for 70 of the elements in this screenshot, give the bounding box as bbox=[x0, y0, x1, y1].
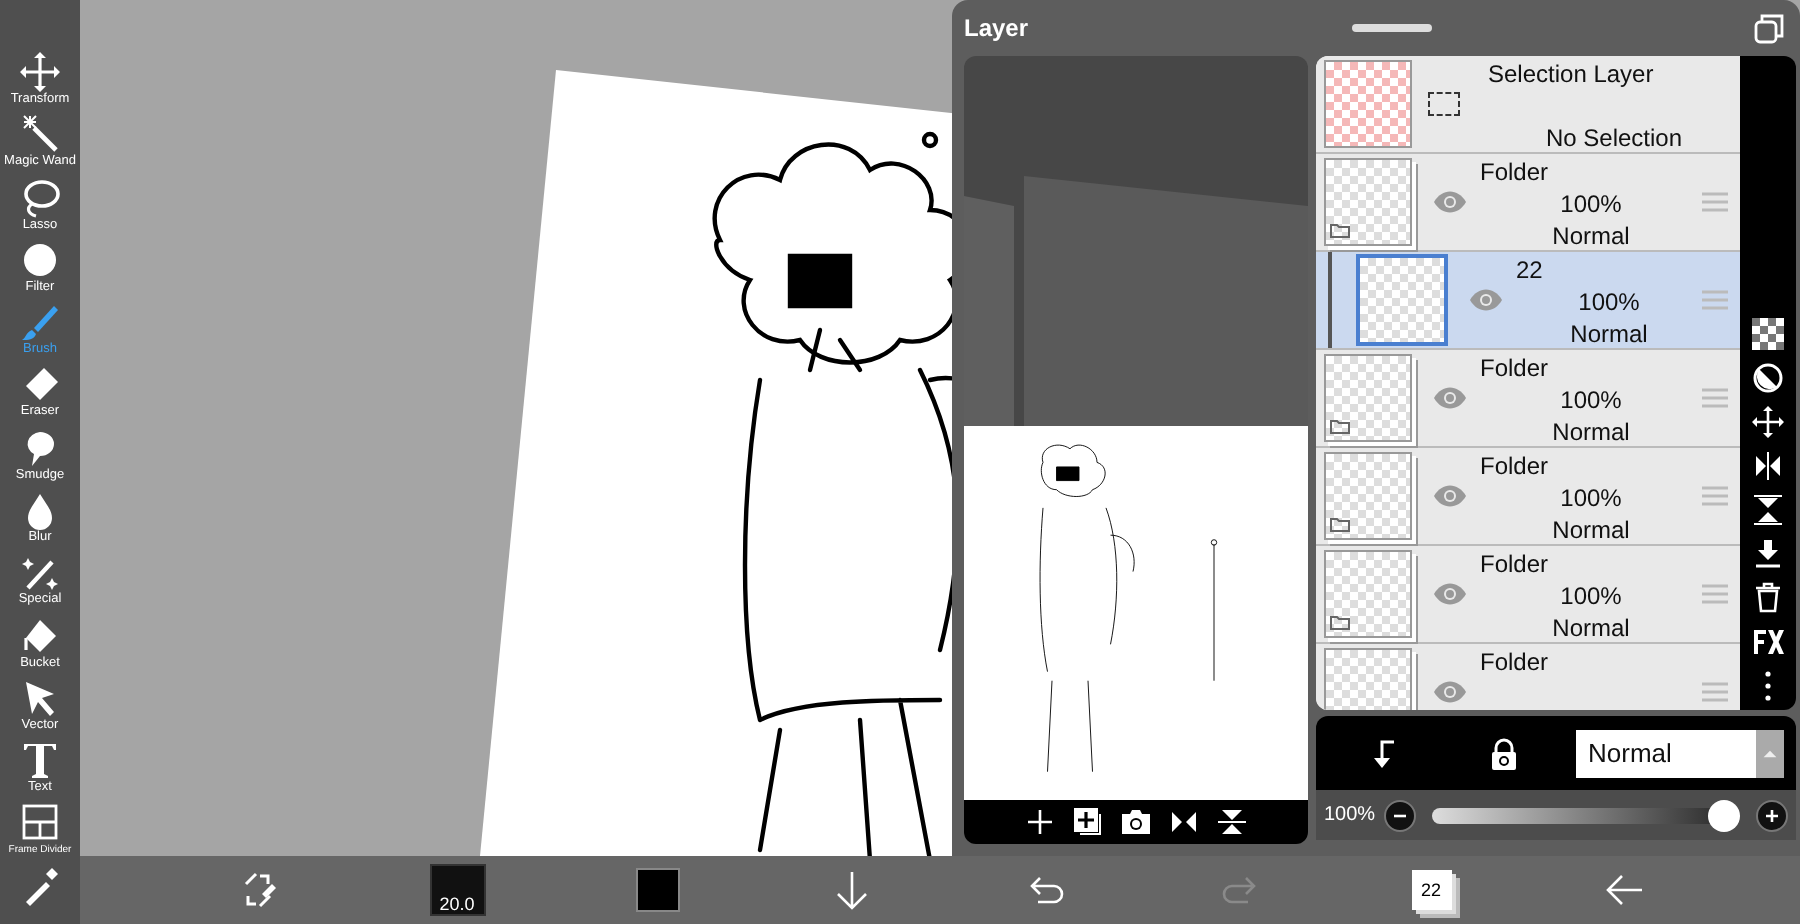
layer-thumbnail bbox=[1356, 254, 1448, 346]
drag-grip[interactable] bbox=[1352, 24, 1432, 32]
move-arrows-icon bbox=[20, 52, 60, 92]
add-icon[interactable] bbox=[1024, 806, 1056, 838]
color-swatch[interactable] bbox=[635, 868, 679, 912]
layer-opacity: 100% bbox=[1578, 286, 1640, 318]
flip-horizontal-icon[interactable] bbox=[1168, 806, 1200, 838]
drag-handle-icon[interactable] bbox=[1702, 486, 1728, 506]
layer-name: 22 bbox=[1516, 254, 1543, 286]
flip-vertical-icon[interactable] bbox=[1752, 494, 1784, 526]
layer-name: Folder bbox=[1480, 156, 1549, 188]
bucket-icon bbox=[20, 615, 60, 656]
selection-icon bbox=[1428, 92, 1460, 116]
blend-mode-label: Normal bbox=[1552, 416, 1630, 448]
pointer-arrow-icon bbox=[20, 677, 60, 718]
drag-handle-icon[interactable] bbox=[1702, 192, 1728, 212]
letter-t-icon bbox=[20, 740, 60, 781]
layer-name: Folder bbox=[1480, 646, 1549, 678]
merge-down-icon[interactable] bbox=[1752, 538, 1784, 570]
plus-icon bbox=[1762, 805, 1782, 825]
drag-handle-icon[interactable] bbox=[1702, 682, 1728, 702]
slider-thumb[interactable] bbox=[1708, 799, 1741, 831]
layer-name: Selection Layer bbox=[1488, 58, 1654, 90]
blend-mode-label: Normal bbox=[1552, 612, 1630, 644]
windows-icon[interactable] bbox=[1754, 13, 1784, 43]
layers-button[interactable]: 22 bbox=[1411, 870, 1451, 910]
lasso-icon bbox=[20, 177, 60, 218]
selection-status: No Selection bbox=[1545, 122, 1683, 154]
trash-icon[interactable] bbox=[1752, 582, 1784, 614]
blend-mode-label: Normal bbox=[1552, 220, 1630, 252]
magic-wand-icon bbox=[20, 114, 60, 155]
opacity-reading: 100% bbox=[1324, 804, 1376, 826]
layer-name: Folder bbox=[1480, 548, 1549, 580]
flip-vertical-icon[interactable] bbox=[1216, 806, 1248, 838]
layer-row[interactable]: Folder 100% Normal bbox=[1316, 546, 1740, 644]
folder-icon bbox=[1330, 614, 1350, 630]
minus-button[interactable] bbox=[1383, 799, 1416, 831]
layer-thumbnail bbox=[1324, 60, 1412, 148]
drag-handle-icon[interactable] bbox=[1702, 584, 1728, 604]
layer-row[interactable]: 22 100% Normal bbox=[1316, 252, 1740, 350]
layer-thumbnail bbox=[1324, 648, 1412, 710]
drag-handle-icon[interactable] bbox=[1702, 388, 1728, 408]
layer-row[interactable]: Folder 100% Normal bbox=[1316, 154, 1740, 252]
folder-icon bbox=[1330, 222, 1350, 238]
panel-title: Layer bbox=[964, 14, 1029, 42]
layer-opacity: 100% bbox=[1560, 384, 1622, 416]
layer-name: Folder bbox=[1480, 450, 1549, 482]
blend-mode-label: Normal bbox=[1570, 318, 1648, 350]
layer-name: Folder bbox=[1480, 352, 1549, 384]
plus-button[interactable] bbox=[1756, 799, 1788, 831]
layer-opacity: 100% bbox=[1560, 482, 1622, 514]
brush-size-button[interactable]: 20.0 bbox=[429, 864, 485, 916]
move-arrows-icon[interactable] bbox=[1752, 406, 1784, 438]
camera-icon[interactable] bbox=[1120, 806, 1152, 838]
brush-icon bbox=[20, 302, 60, 343]
flip-horizontal-icon[interactable] bbox=[1752, 450, 1784, 482]
layer-row[interactable]: Folder 100% Normal bbox=[1316, 350, 1740, 448]
caret-icon bbox=[1762, 745, 1778, 761]
layer-opacity: 100% bbox=[1560, 580, 1622, 612]
checker-icon[interactable] bbox=[1752, 318, 1784, 350]
layer-row[interactable]: Folder 100% Normal bbox=[1316, 448, 1740, 546]
folder-icon bbox=[1330, 516, 1350, 532]
folder-icon bbox=[1330, 418, 1350, 434]
blend-mode-label: Normal bbox=[1552, 514, 1630, 546]
selection-layer-row[interactable]: Selection Layer No Selection bbox=[1316, 56, 1740, 154]
add-layer-icon[interactable] bbox=[1072, 806, 1104, 838]
contrast-circle-icon[interactable] bbox=[1752, 362, 1784, 394]
layer-opacity: 100% bbox=[1560, 188, 1622, 220]
drag-handle-icon[interactable] bbox=[1702, 290, 1728, 310]
blend-mode-dropdown[interactable]: Normal bbox=[1576, 729, 1784, 777]
